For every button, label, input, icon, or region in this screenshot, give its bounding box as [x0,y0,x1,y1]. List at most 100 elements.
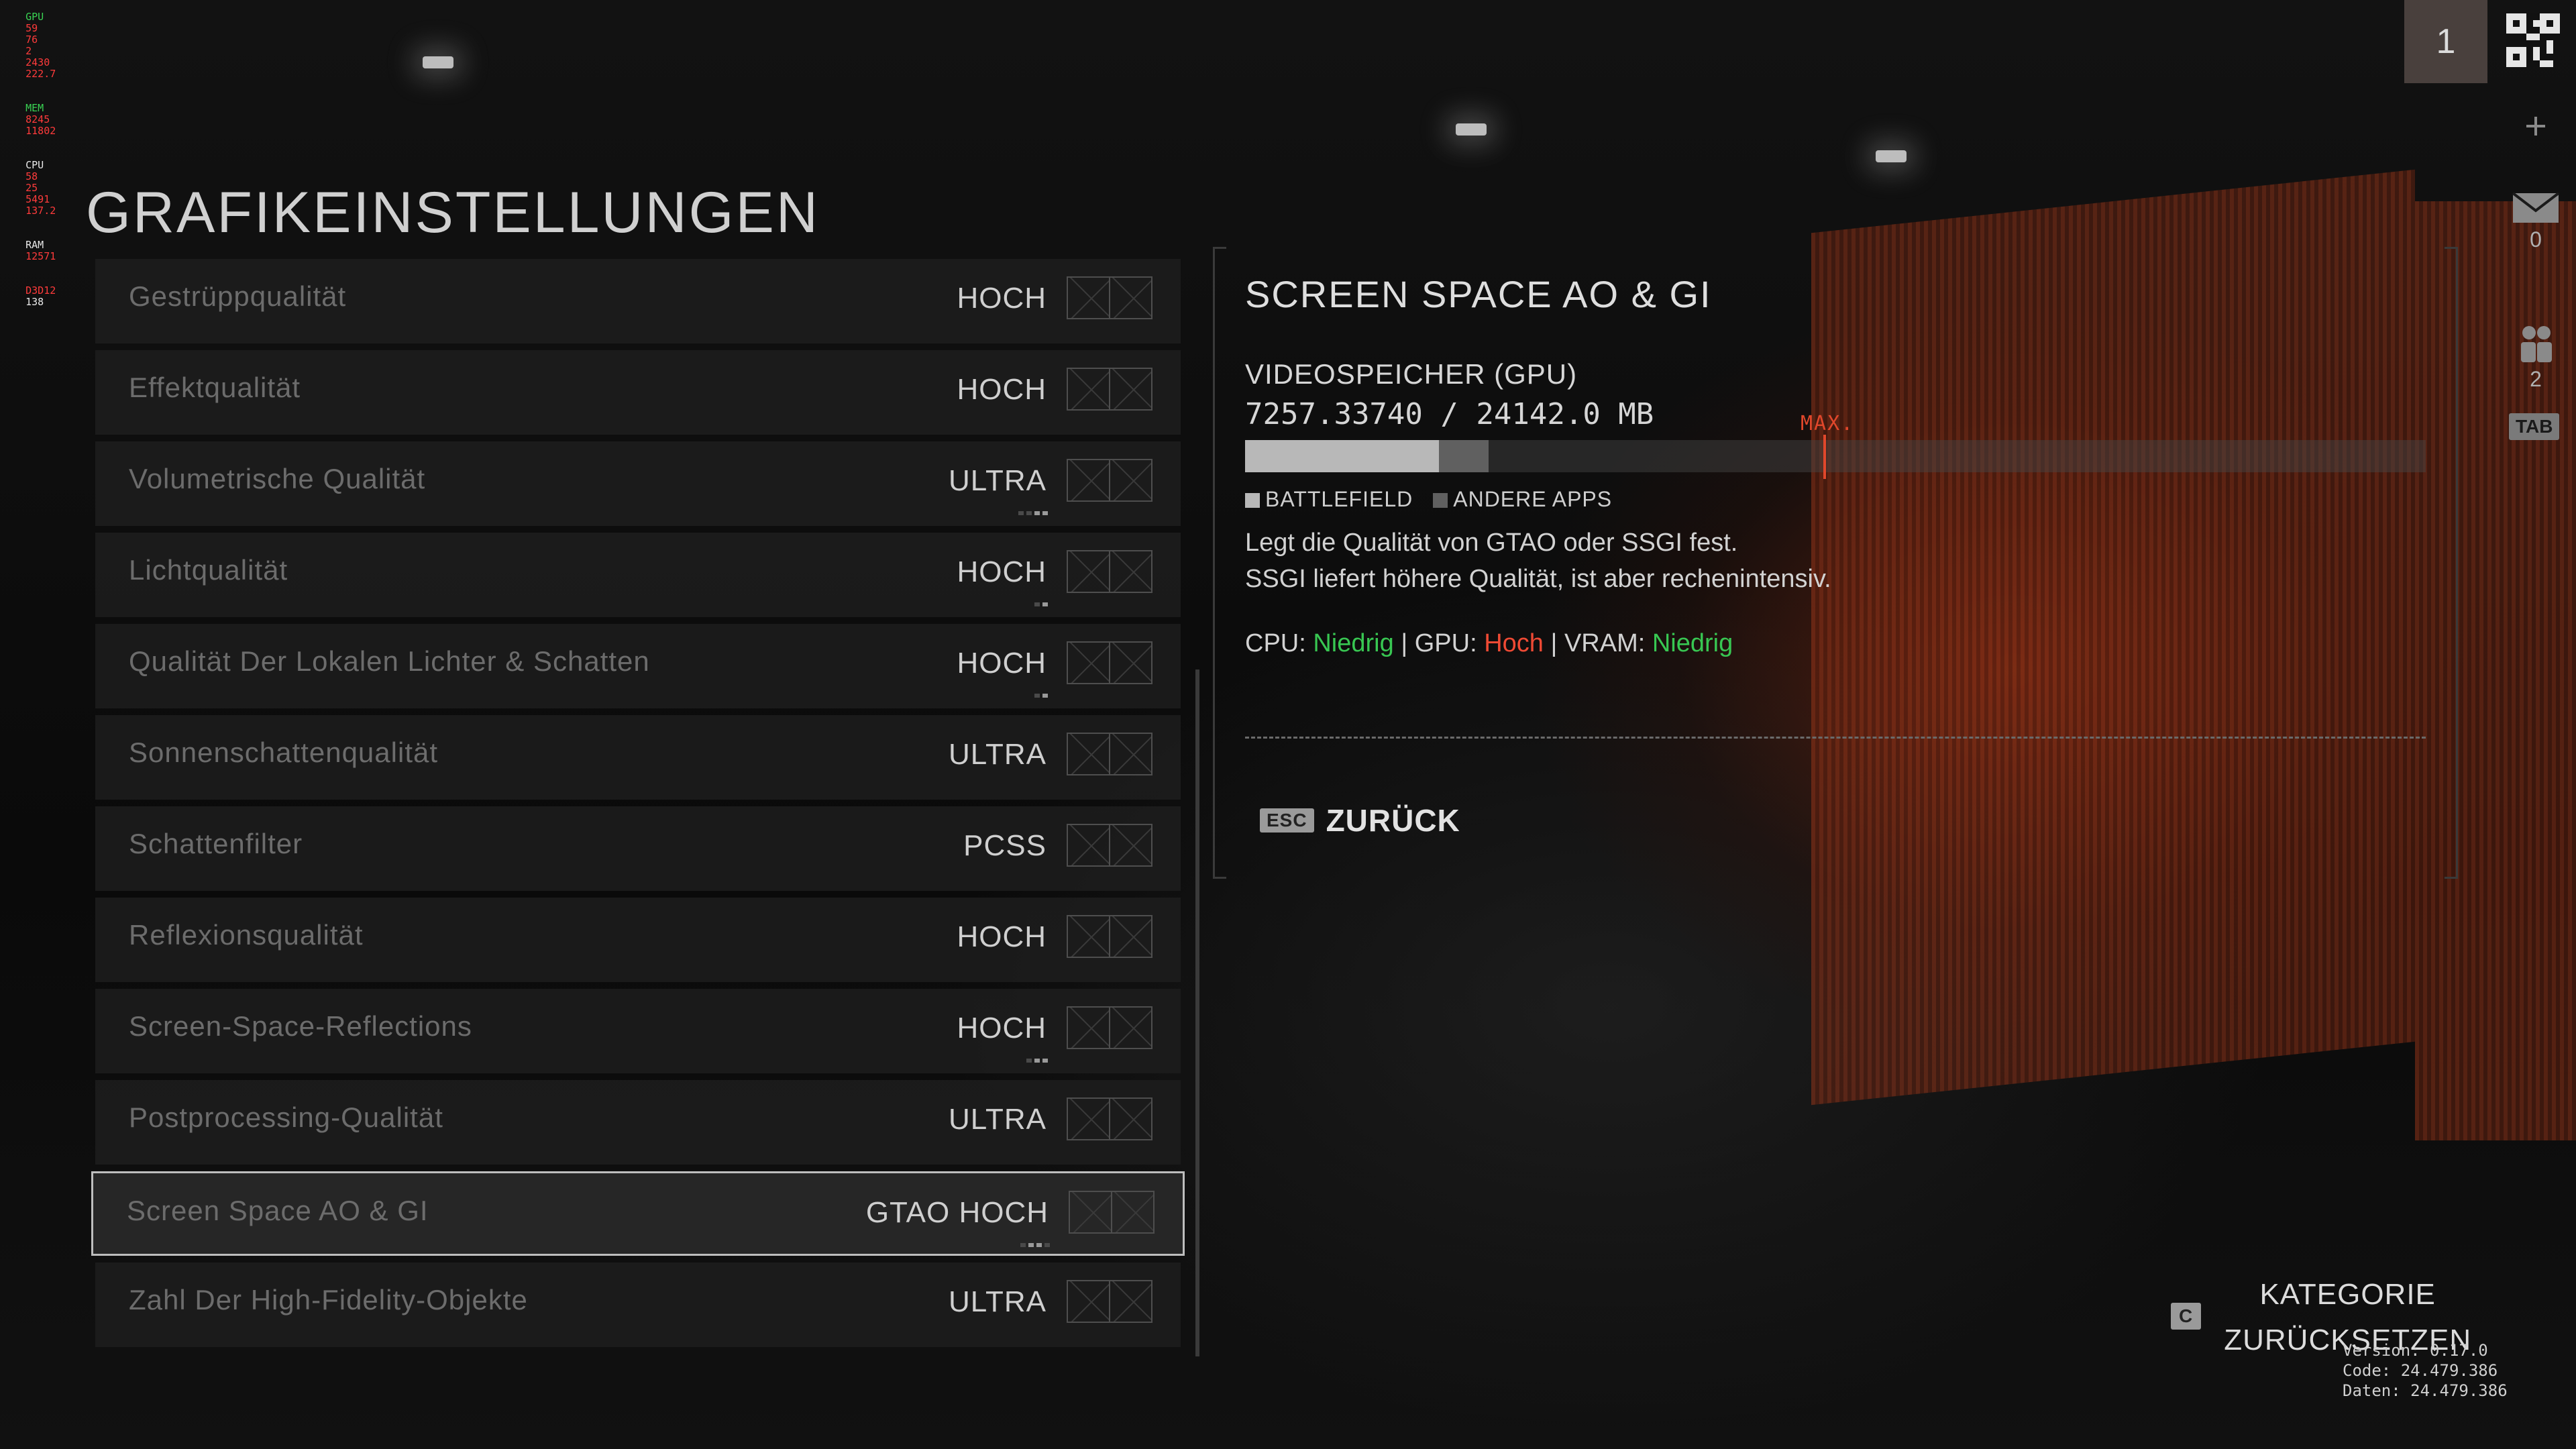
vram-bar-battlefield [1245,440,1439,472]
decrease-icon[interactable] [1068,278,1110,318]
increase-icon[interactable] [1110,1008,1151,1048]
decrease-icon[interactable] [1068,916,1110,957]
setting-value: ULTRA [949,1103,1046,1136]
increase-icon[interactable] [1110,278,1151,318]
decrease-icon[interactable] [1068,825,1110,865]
value-stepper[interactable] [1067,368,1152,411]
value-stepper[interactable] [1067,459,1152,502]
scrollbar[interactable] [1195,669,1199,1356]
decrease-icon[interactable] [1070,1192,1112,1232]
description-line-1: Legt die Qualität von GTAO oder SSGI fes… [1245,529,1738,557]
increase-icon[interactable] [1110,916,1151,957]
decrease-icon[interactable] [1068,551,1110,592]
impact-separator: | [1550,629,1558,657]
value-stepper[interactable] [1067,824,1152,867]
perf-gpu-v2: 76 [25,34,38,46]
perf-mem-v2: 11802 [25,125,56,137]
setting-value: GTAO HOCH [865,1196,1049,1229]
ceiling-lamp [423,56,453,68]
decrease-icon[interactable] [1068,734,1110,774]
setting-label: Screen-Space-Reflections [129,1010,472,1042]
page-title: GRAFIKEINSTELLUNGEN [86,180,820,245]
setting-row[interactable]: Lichtqualität HOCH [95,533,1181,617]
perf-row-mem: MEM 8245 11802 [25,102,56,137]
player-number-badge[interactable]: 1 [2404,0,2487,83]
divider [1245,737,2426,739]
increase-icon[interactable] [1110,643,1151,683]
legend-other-apps: ANDERE APPS [1433,487,1612,512]
decrease-icon[interactable] [1068,1281,1110,1322]
setting-row[interactable]: Gestrüppqualität HOCH [95,259,1181,343]
add-icon[interactable] [2512,113,2560,143]
description-line-2: SSGI liefert höhere Qualität, ist aber r… [1245,565,1831,593]
perf-row-ram: RAM 12571 [25,239,56,262]
setting-label: Lichtqualität [129,554,288,586]
settings-list: Gestrüppqualität HOCH Effektqualität HOCH Vo… [91,259,1185,1354]
vram-value: 7257.33740 / 24142.0 MB [1245,397,1654,431]
setting-label: Postprocessing-Qualität [129,1102,443,1133]
version-info: Version: 0.17.0 Code: 24.479.386 Daten: … [2343,1340,2508,1401]
mail-button[interactable]: 0 [2512,192,2560,252]
setting-row[interactable]: Volumetrische Qualität ULTRA [95,441,1181,526]
legend-swatch-other-apps [1433,493,1448,508]
increase-icon[interactable] [1110,825,1151,865]
value-stepper[interactable] [1067,1280,1152,1323]
back-button[interactable]: ESC ZURÜCK [1260,802,1460,839]
decrease-icon[interactable] [1068,1008,1110,1048]
value-stepper[interactable] [1067,1006,1152,1049]
setting-row[interactable]: Screen-Space-Reflections HOCH [95,989,1181,1073]
vram-legend: BATTLEFIELD ANDERE APPS [1245,487,1612,512]
decrease-icon[interactable] [1068,643,1110,683]
increase-icon[interactable] [1110,551,1151,592]
increase-icon[interactable] [1110,460,1151,500]
setting-row[interactable]: Reflexionsqualität HOCH [95,898,1181,982]
vram-bar-other-apps [1438,440,1489,472]
data-text: Daten: 24.479.386 [2343,1381,2508,1400]
setting-row[interactable]: Qualität Der Lokalen Lichter & Schatten H… [95,624,1181,708]
decrease-icon[interactable] [1068,460,1110,500]
setting-row[interactable]: Postprocessing-Qualität ULTRA [95,1080,1181,1165]
value-stepper[interactable] [1067,641,1152,684]
decrease-icon[interactable] [1068,369,1110,409]
setting-row[interactable]: Zahl Der High-Fidelity-Objekte ULTRA [95,1263,1181,1347]
perf-cpu-v2: 25 [25,182,38,194]
decrease-icon[interactable] [1068,1099,1110,1139]
setting-label: Qualität Der Lokalen Lichter & Schatten [129,645,650,677]
perf-row-gpu: GPU 59 76 2 2430 222.7 [25,11,56,80]
c-key-icon: C [2171,1303,2202,1330]
detail-title: SCREEN SPACE AO & GI [1245,273,1712,315]
value-stepper[interactable] [1067,915,1152,958]
vram-max-label: MAX. [1801,412,1855,435]
increase-icon[interactable] [1110,1099,1151,1139]
value-level-indicator [1020,1243,1050,1247]
impact-gpu-value: Hoch [1484,629,1544,657]
setting-value: HOCH [957,282,1046,315]
value-stepper[interactable] [1067,1097,1152,1140]
vram-usage-bar [1245,435,2426,479]
perf-gpu-v4: 2430 [25,56,50,68]
qr-code-icon [2506,13,2560,67]
increase-icon[interactable] [1110,1281,1151,1322]
setting-label: Schattenfilter [129,828,303,859]
setting-row[interactable]: Schattenfilter PCSS [95,806,1181,891]
performance-impact: CPU: Niedrig | GPU: Hoch | VRAM: Niedrig [1245,629,1733,658]
increase-icon[interactable] [1112,1192,1153,1232]
value-stepper[interactable] [1069,1191,1155,1234]
setting-row[interactable]: Effektqualität HOCH [95,350,1181,435]
setting-value: ULTRA [949,1285,1046,1318]
squad-button[interactable]: 2 [2512,323,2560,392]
perf-row-d3d: D3D12 138 [25,284,56,308]
value-stepper[interactable] [1067,550,1152,593]
value-stepper[interactable] [1067,733,1152,775]
perf-gpu-v3: 2 [25,45,32,57]
value-stepper[interactable] [1067,276,1152,319]
impact-vram-label: VRAM: [1564,629,1646,657]
increase-icon[interactable] [1110,734,1151,774]
setting-row[interactable]: Screen Space AO & GI GTAO HOCH [91,1171,1185,1256]
setting-row[interactable]: Sonnenschattenqualität ULTRA [95,715,1181,800]
setting-label: Screen Space AO & GI [127,1195,429,1226]
impact-vram-value: Niedrig [1652,629,1733,657]
tab-key-icon[interactable]: TAB [2509,413,2560,440]
increase-icon[interactable] [1110,369,1151,409]
setting-value: HOCH [957,555,1046,588]
